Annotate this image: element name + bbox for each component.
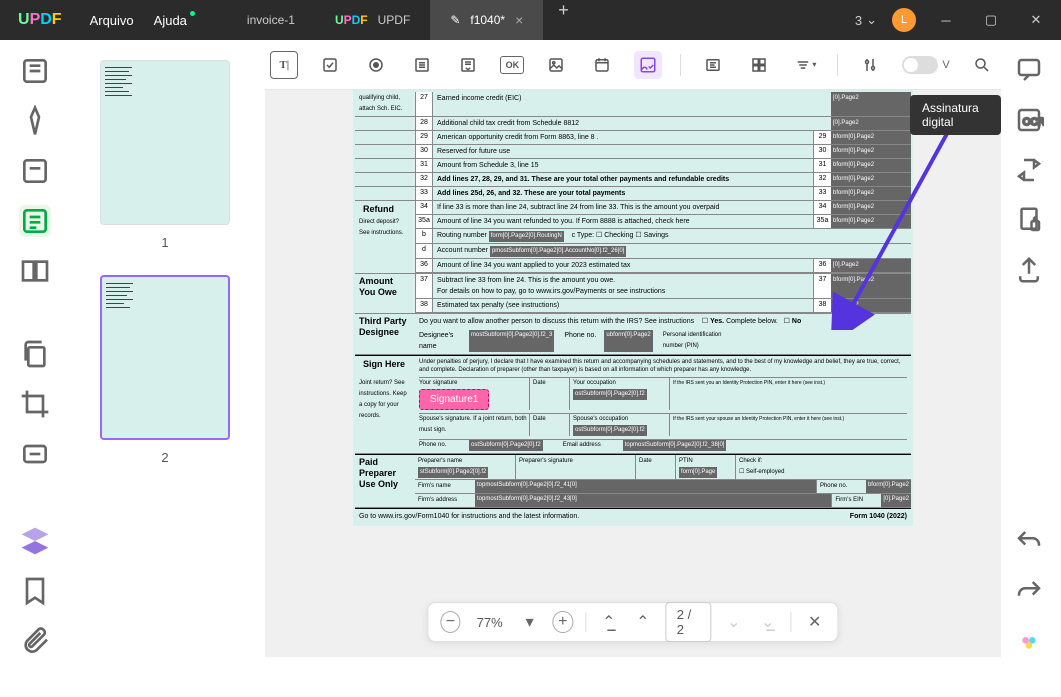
- right-toolbar: OCR: [1001, 40, 1056, 657]
- left-toolbar: [5, 40, 65, 657]
- form-page: qualifying child, attach Sch. EIC.27Earn…: [353, 90, 913, 526]
- crop-tool[interactable]: [19, 388, 51, 420]
- document-canvas[interactable]: qualifying child, attach Sch. EIC.27Earn…: [265, 90, 1001, 657]
- organize-tool[interactable]: [19, 255, 51, 287]
- thumbnail-label-2: 2: [80, 450, 250, 465]
- list-tool[interactable]: [408, 51, 436, 79]
- prev-page-button[interactable]: ⌃: [632, 610, 654, 634]
- menu-help[interactable]: Ajuda: [154, 13, 187, 28]
- dropdown-tool[interactable]: [454, 51, 482, 79]
- thumbnail-page-1[interactable]: ▬▬▬▬▬▬▬▬▬▬▬▬▬▬▬▬▬▬▬▬▬▬▬▬▬▬▬▬▬▬▬▬▬▬▬▬▬▬▬▬…: [100, 60, 230, 225]
- page-indicator[interactable]: 2 / 2: [666, 602, 711, 642]
- date-tool[interactable]: [588, 51, 616, 79]
- thumbnail-panel: ▬▬▬▬▬▬▬▬▬▬▬▬▬▬▬▬▬▬▬▬▬▬▬▬▬▬▬▬▬▬▬▬▬▬▬▬▬▬▬▬…: [65, 40, 265, 657]
- ai-tool[interactable]: [1014, 627, 1044, 657]
- maximize-button[interactable]: ▢: [976, 5, 1006, 35]
- tooltip-digital-signature: Assinatura digital: [910, 95, 1001, 135]
- close-bottom-bar[interactable]: ✕: [804, 610, 826, 634]
- minimize-button[interactable]: ─: [931, 5, 961, 35]
- titlebar: UPDF Arquivo Ajuda invoice-1 UPDF UPDF ✎…: [0, 0, 1061, 40]
- copy-tool[interactable]: [19, 338, 51, 370]
- search-tool[interactable]: [968, 51, 996, 79]
- protect-tool[interactable]: [1014, 205, 1044, 235]
- toggle-view[interactable]: [902, 56, 938, 74]
- chevron-down-icon: ⌄: [866, 12, 877, 28]
- sort-tool[interactable]: ▾: [791, 51, 819, 79]
- zoom-level[interactable]: 77%: [473, 615, 507, 630]
- next-page-button[interactable]: ⌄: [723, 610, 745, 634]
- first-page-button[interactable]: ⌃̲: [598, 610, 620, 634]
- redo-tool[interactable]: [1014, 577, 1044, 607]
- menu-file[interactable]: Arquivo: [90, 13, 134, 28]
- add-tab-button[interactable]: +: [543, 0, 584, 40]
- highlight-tool[interactable]: [19, 105, 51, 137]
- thumbnail-label-1: 1: [80, 235, 250, 250]
- bookmark-tool[interactable]: [19, 575, 51, 607]
- toolbar-top: T| OK ▾ V: [265, 40, 1001, 90]
- tab-updf[interactable]: UPDF UPDF: [315, 0, 430, 40]
- close-window-button[interactable]: ✕: [1021, 5, 1051, 35]
- edit-tool[interactable]: [19, 155, 51, 187]
- layers-tool[interactable]: [19, 525, 51, 557]
- tabs: invoice-1 UPDF UPDF ✎ f1040* × +: [227, 0, 584, 40]
- share-tool[interactable]: [1014, 255, 1044, 285]
- form-tool[interactable]: [19, 205, 51, 237]
- app-logo: UPDF: [0, 11, 80, 29]
- tab-f1040[interactable]: ✎ f1040* ×: [430, 0, 543, 40]
- undo-tool[interactable]: [1014, 527, 1044, 557]
- convert-tool[interactable]: [1014, 155, 1044, 185]
- bottom-bar: − 77% ▾ + ⌃̲ ⌃ 2 / 2 ⌄ ⌄̲ ✕: [427, 602, 838, 642]
- checkbox-tool[interactable]: [316, 51, 344, 79]
- attachment-tool[interactable]: [19, 625, 51, 657]
- image-tool[interactable]: [542, 51, 570, 79]
- close-tab-icon[interactable]: ×: [515, 12, 523, 28]
- tab-invoice[interactable]: invoice-1: [227, 0, 315, 40]
- ocr-tool[interactable]: OCR: [1014, 105, 1044, 135]
- settings-tool[interactable]: [856, 51, 884, 79]
- account-badge[interactable]: 3 ⌄: [855, 12, 877, 28]
- align-tool[interactable]: [699, 51, 727, 79]
- thumbnail-page-2[interactable]: ▬▬▬▬▬▬▬▬▬▬▬▬▬▬▬▬▬▬▬▬▬▬▬▬▬▬▬▬▬▬▬▬▬▬▬▬▬▬▬▬…: [100, 275, 230, 440]
- zoom-dropdown[interactable]: ▾: [519, 610, 541, 634]
- document-area: T| OK ▾ V Assinatura digital: [265, 40, 1001, 657]
- zoom-out-button[interactable]: −: [440, 611, 460, 633]
- text-field-tool[interactable]: T|: [270, 51, 298, 79]
- reader-tool[interactable]: [19, 55, 51, 87]
- avatar[interactable]: L: [892, 8, 916, 32]
- radio-tool[interactable]: [362, 51, 390, 79]
- comments-tool[interactable]: [1014, 55, 1044, 85]
- last-page-button[interactable]: ⌄̲: [757, 610, 779, 634]
- button-tool[interactable]: OK: [500, 56, 524, 74]
- redact-tool[interactable]: [19, 438, 51, 470]
- signature-field[interactable]: Signature1: [419, 389, 489, 410]
- grid-tool[interactable]: [745, 51, 773, 79]
- zoom-in-button[interactable]: +: [553, 611, 573, 633]
- digital-signature-tool[interactable]: [634, 51, 662, 79]
- svg-text:OCR: OCR: [1022, 117, 1043, 128]
- tab-editing-icon: ✎: [450, 13, 460, 27]
